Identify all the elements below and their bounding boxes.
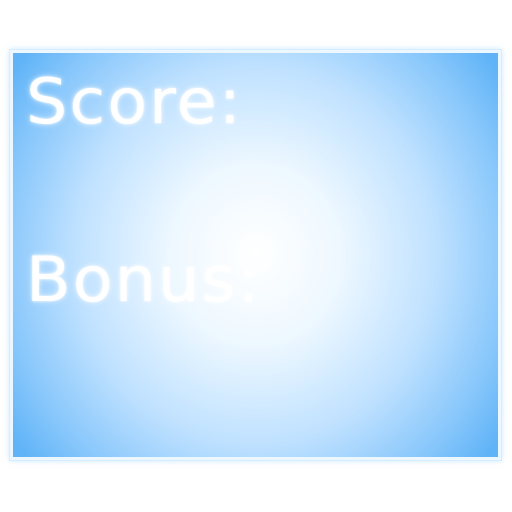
- bonus-label: Bonus:: [26, 243, 262, 316]
- score-label: Score:: [26, 65, 243, 138]
- score-panel: Score: Bonus:: [9, 49, 502, 461]
